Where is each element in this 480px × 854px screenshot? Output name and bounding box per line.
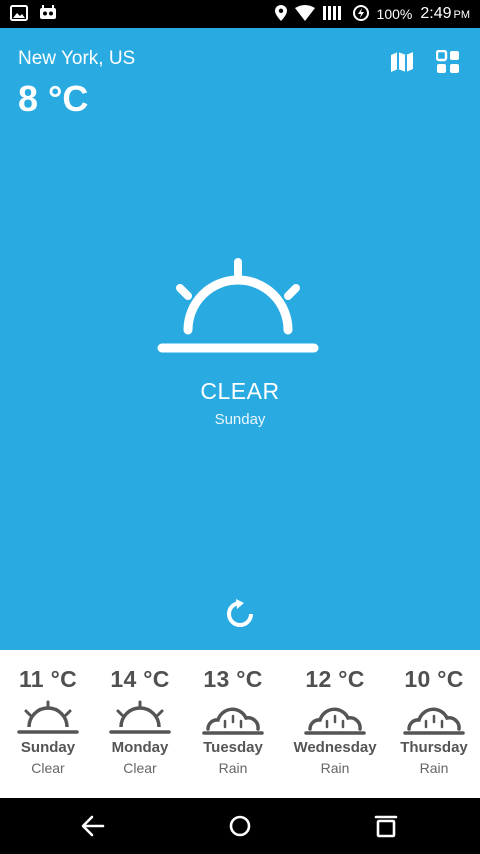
forecast-condition: Clear: [123, 760, 157, 776]
recents-icon: [374, 815, 398, 838]
sunrise-icon: [157, 258, 319, 353]
forecast-item[interactable]: 12 °C Wednesday Rain: [285, 650, 385, 776]
forecast-item[interactable]: 11 °C Sunday Clear: [0, 650, 96, 776]
forecast-condition: Rain: [419, 760, 449, 776]
recents-button[interactable]: [372, 812, 400, 840]
navigation-bar: [0, 798, 480, 854]
android-debug-icon: [38, 4, 58, 24]
home-circle-icon: [229, 815, 251, 837]
forecast-day: Sunday: [20, 739, 76, 756]
forecast-day: Thursday: [400, 739, 468, 756]
forecast-item[interactable]: 13 °C Tuesday Rain: [185, 650, 281, 776]
signal-icon: [322, 5, 345, 24]
sunrise-icon: [17, 700, 79, 734]
battery-percentage: 100%: [376, 6, 413, 22]
map-button[interactable]: [390, 50, 414, 74]
rain-cloud-icon: [304, 707, 366, 735]
weather-screen: 100% 2:49 PM New York, US 8 °C CLEAR Sun…: [0, 0, 480, 854]
clock-time: 2:49: [420, 5, 452, 22]
home-button[interactable]: [226, 812, 254, 840]
forecast-condition: Clear: [31, 760, 65, 776]
back-arrow-icon: [81, 815, 105, 837]
refresh-icon: [227, 599, 253, 627]
gallery-icon: [10, 4, 28, 24]
rain-cloud-icon: [403, 707, 465, 735]
status-bar: 100% 2:49 PM: [0, 0, 480, 28]
refresh-button[interactable]: [224, 598, 256, 630]
battery-saver-icon: [352, 4, 369, 24]
forecast-day: Wednesday: [293, 739, 377, 756]
forecast-item[interactable]: 10 °C Thursday Rain: [386, 650, 480, 776]
current-day: Sunday: [214, 411, 266, 428]
rain-cloud-icon: [202, 707, 264, 735]
map-icon: [391, 52, 413, 72]
grid-icon: [436, 50, 459, 73]
location-icon: [274, 4, 287, 24]
clock: 2:49 PM: [420, 5, 470, 23]
back-button[interactable]: [79, 812, 107, 840]
forecast-temp: 13 °C: [203, 666, 263, 692]
forecast-temp: 11 °C: [18, 666, 77, 692]
forecast-condition: Rain: [320, 760, 350, 776]
forecast-temp: 14 °C: [110, 666, 170, 692]
forecast-day: Tuesday: [203, 739, 263, 756]
location-label: New York, US: [18, 48, 136, 69]
sunrise-icon: [109, 700, 171, 734]
apps-button[interactable]: [436, 50, 460, 74]
forecast-item[interactable]: 14 °C Monday Clear: [92, 650, 188, 776]
forecast-day: Monday: [111, 739, 169, 756]
forecast-temp: 10 °C: [404, 666, 464, 692]
current-temperature: 8 °C: [18, 78, 89, 119]
forecast-condition: Rain: [218, 760, 248, 776]
forecast-strip: 11 °C Sunday Clear 14 °C Monday Clear 13…: [0, 650, 480, 798]
current-condition: CLEAR: [200, 378, 280, 404]
clock-ampm: PM: [453, 9, 471, 21]
forecast-temp: 12 °C: [305, 666, 365, 692]
wifi-icon: [294, 4, 315, 24]
